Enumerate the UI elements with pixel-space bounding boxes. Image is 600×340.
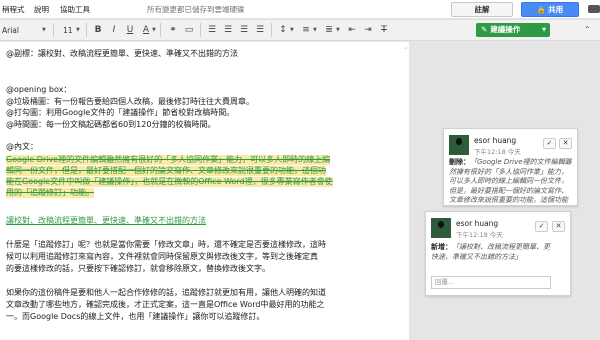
chevron-down-icon: ▼ [76,27,80,33]
suggestion-text: 刪除：「Google Drive裡的文件編輯雖 然擁有很好的「多人協同作業」能力… [449,158,572,206]
doc-line: @內文： [6,142,38,151]
avatar [449,135,469,155]
divider [271,23,272,37]
avatar [431,218,451,238]
lock-icon: 🔒 [536,5,547,14]
reject-suggestion-button[interactable]: ✕ [559,138,572,149]
collapse-toolbar-icon[interactable]: ⌃ [584,25,591,34]
menu-item-accessibility[interactable]: 協助工具 [60,4,90,15]
suggestion-text-line: 文章修改來說很重要的功能，這個功能 [449,196,568,204]
doc-line: 一。而Google Docs的線上文件，也用「建議操作」讓你可以追蹤修訂。 [6,312,265,321]
indent-icon[interactable]: ⇥ [362,24,374,36]
suggested-deletion[interactable]: 能在Google文件中叫做「建議操作」，也就是在微軟的Office Word裡，… [6,177,333,187]
divider [53,23,54,37]
underline-icon[interactable]: U [124,24,136,36]
align-justify-icon[interactable]: ☰ [254,24,266,36]
text-color-icon[interactable]: A [140,24,152,36]
doc-line: 文章改動了哪些地方，確認完成後，才正式定案，這一直是Office Word中最好… [6,300,325,309]
docs-window: 稍程式 說明 協助工具 所有變更都已儲存到雲端硬碟 註解 🔒 共用 Arial ▼… [0,0,600,340]
reply-input[interactable]: 回覆... [431,276,551,289]
suggestion-text-line: 「Google Drive裡的文件編輯雖 [470,158,572,166]
menu-item-tools[interactable]: 稍程式 [2,4,25,15]
menu-bar: 稍程式 說明 協助工具 所有變更都已儲存到雲端硬碟 註解 🔒 共用 [0,0,600,18]
chevron-down-icon: ▼ [542,27,546,33]
accept-suggestion-button[interactable]: ✓ [535,221,548,232]
doc-line: @時間圖：每一份文稿起碼都省60到120分鐘的校稿時間。 [6,120,216,129]
comment-icon[interactable]: ▭ [183,24,195,36]
doc-line: @副標：讓校對、改稿流程更簡單、更快速、準確又不出錯的方法 [6,49,238,58]
share-button[interactable]: 🔒 共用 [521,2,579,17]
suggestion-label: 新增： [431,243,452,251]
suggest-mode-label: 建議操作 [490,25,521,34]
share-button-label: 共用 [548,5,564,14]
account-avatar[interactable] [588,5,600,13]
chevron-down-icon: ▼ [313,27,317,33]
suggestion-text-line: 「讓校對、改稿流程更簡單、更 [452,243,550,251]
chevron-down-icon: ▼ [42,27,46,33]
clear-format-icon[interactable]: T [378,24,390,36]
menu-item-help[interactable]: 說明 [34,4,49,15]
italic-icon[interactable]: I [108,24,120,36]
align-left-icon[interactable]: ☰ [206,24,218,36]
line-spacing-icon[interactable]: ↕ [277,24,289,36]
link-icon[interactable]: ⚭ [167,24,179,36]
divider [86,23,87,37]
chevron-down-icon: ▼ [290,27,294,33]
numbered-list-icon[interactable]: ≡ [300,24,312,36]
align-right-icon[interactable]: ☰ [238,24,250,36]
doc-line: 如果你的這份稿件是要和他人一起合作修修的話，追蹤修訂就更加有用，讓他人明確的知道 [6,288,326,297]
document-page[interactable]: @副標：讓校對、改稿流程更簡單、更快速、準確又不出錯的方法 @opening b… [0,42,409,340]
suggestion-text-line: 快速、準確又不出錯的方法」 [431,252,522,261]
suggestion-card-insertion[interactable]: esor huang 下午12:18 今天 ✓ ✕ 新增：「讓校對、改稿流程更簡… [425,211,571,296]
font-size-select[interactable]: 11 [63,26,73,35]
commenter-name: esor huang [456,219,499,228]
doc-line: 的要這樣修改的話，只要按下確認修訂，就會移除原文，替換修改後文字。 [6,264,270,273]
align-center-icon[interactable]: ☰ [222,24,234,36]
comment-timestamp: 下午12:18 今天 [474,148,521,156]
suggestion-text-line: 但是，最好要搭配一個好的論文寫作、 [449,186,568,195]
accept-suggestion-button[interactable]: ✓ [543,138,556,149]
suggested-deletion[interactable]: Google Drive裡的文件編輯雖然擁有很好的「多人協同作業」能力，可以多人… [6,155,331,165]
suggested-deletion[interactable]: 用的「追蹤修訂」功能。 [6,188,94,198]
suggested-insertion[interactable]: 讓校對、改稿流程更簡單、更快速、準確又不出錯的方法 [6,216,206,226]
bulleted-list-icon[interactable]: ≣ [323,24,335,36]
comments-button[interactable]: 註解 [451,2,513,17]
save-status: 所有變更都已儲存到雲端硬碟 [147,5,245,14]
format-toolbar: Arial ▼ 11 ▼ B I U A ▼ ⚭ ▭ ☰ ☰ ☰ ☰ ↕ ▼ ≡… [0,19,600,41]
suggested-deletion[interactable]: 輯同一份文件，但是，最好要搭配一個好的論文寫作、文章修改來說很重要的功能，這個功 [6,166,326,176]
commenter-name: esor huang [474,136,517,145]
doc-line: @opening box： [6,85,72,94]
divider [200,23,201,37]
divider [160,23,161,37]
doc-line: 什麼是「追蹤修訂」呢？也就是當你需要「修改文章」時，還不確定是否要這樣修改，這時 [6,240,326,249]
suggestion-card-deletion[interactable]: esor huang 下午12:18 今天 ✓ ✕ 刪除：「Google Dri… [443,128,578,206]
suggestion-text-line: 然擁有很好的「多人協同作業」能力， [449,167,568,176]
bold-icon[interactable]: B [92,24,104,36]
pencil-icon: ✎ [481,25,488,34]
doc-line: @打勾圖：利用Google文件的「建議操作」節省校對改稿時間。 [6,108,235,117]
suggestion-label: 刪除： [449,158,470,166]
suggestion-text-line: 可以多人即時的線上編輯同一份文件， [449,177,568,185]
doc-line: 候可以利用追蹤修訂來寫內容，文件裡就會同時保留原文與修改後文字，等到之後確定真 [6,252,318,261]
chevron-down-icon: ▼ [152,27,156,33]
margin-marker-icon: ⌟ [404,42,408,50]
font-select[interactable]: Arial [2,26,19,35]
comment-timestamp: 下午12:18 今天 [456,231,503,239]
suggest-mode-button[interactable]: ✎ 建議操作 ▼ [476,23,550,37]
reject-suggestion-button[interactable]: ✕ [552,221,565,232]
doc-line: @垃圾桶圖：有一份報告要給四個人改稿，最後修訂時往往大費周章。 [6,97,254,106]
outdent-icon[interactable]: ⇤ [346,24,358,36]
chevron-down-icon: ▼ [336,27,340,33]
suggestion-text: 新增：「讓校對、改稿流程更簡單、更 快速、準確又不出錯的方法」 [431,243,550,262]
